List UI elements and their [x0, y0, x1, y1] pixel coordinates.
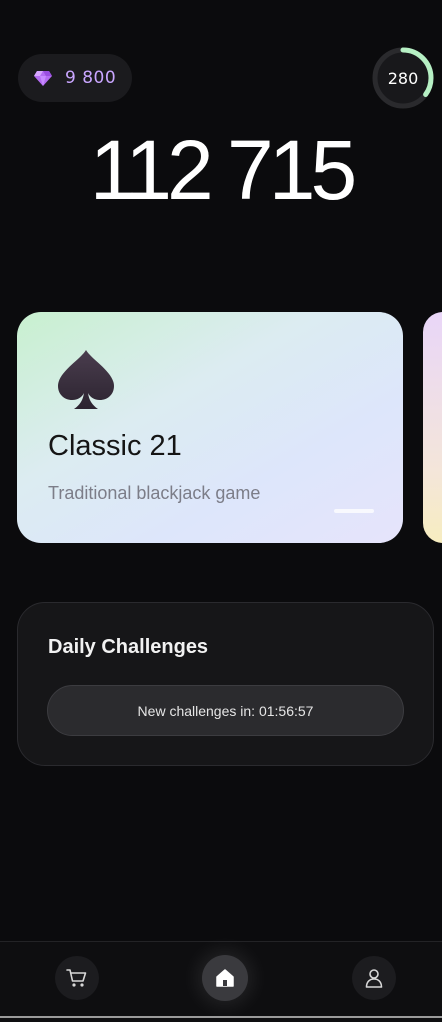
coin-balance: 112 715 — [89, 123, 357, 217]
gems-balance-pill[interactable]: 9 800 — [18, 54, 132, 102]
nav-profile-button[interactable] — [352, 956, 396, 1000]
gem-icon — [34, 71, 52, 86]
card-page-indicator — [334, 509, 374, 513]
nav-home-button[interactable] — [202, 955, 248, 1001]
gems-count: 9 800 — [65, 68, 117, 88]
cart-icon — [66, 969, 87, 987]
challenges-timer: New challenges in: 01:56:57 — [47, 685, 404, 736]
nav-shop-button[interactable] — [55, 956, 99, 1000]
daily-challenges-panel — [17, 602, 434, 766]
profile-icon — [365, 969, 383, 988]
level-value: 280 — [387, 68, 419, 88]
level-indicator[interactable]: 280 — [372, 47, 434, 109]
daily-challenges-title: Daily Challenges — [48, 636, 209, 658]
game-subtitle: Traditional blackjack game — [48, 483, 261, 503]
next-game-card[interactable] — [423, 312, 442, 543]
game-title: Classic 21 — [48, 430, 182, 462]
spade-icon — [58, 350, 114, 409]
home-indicator-bar — [0, 1016, 442, 1018]
home-icon — [216, 969, 234, 987]
home-screen: 9 800 280 112 715 Classic 21 Traditional… — [0, 0, 442, 1022]
